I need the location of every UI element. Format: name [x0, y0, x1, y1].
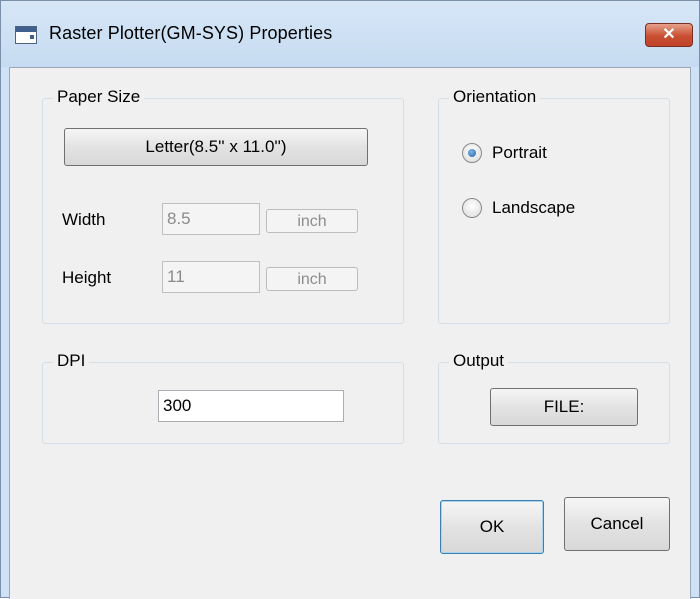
close-button[interactable]: ✕: [645, 23, 693, 47]
output-group-label: Output: [449, 351, 509, 371]
height-field[interactable]: [162, 261, 260, 293]
landscape-radio[interactable]: [462, 198, 482, 218]
window-title: Raster Plotter(GM-SYS) Properties: [49, 23, 333, 43]
portrait-label[interactable]: Portrait: [492, 143, 547, 163]
width-label: Width: [62, 210, 106, 229]
dpi-group-label: DPI: [53, 351, 90, 371]
height-label: Height: [62, 268, 112, 287]
paper-size-group-label: Paper Size: [53, 87, 145, 107]
portrait-radio[interactable]: [462, 143, 482, 163]
paper-size-button[interactable]: Letter(8.5'' x 11.0''): [64, 128, 368, 166]
window-app-icon: [15, 26, 37, 44]
dialog-body: Paper Size Letter(8.5'' x 11.0'') Width …: [9, 67, 691, 599]
width-unit: inch: [266, 209, 358, 233]
title-bar[interactable]: Raster Plotter(GM-SYS) Properties ✕: [1, 1, 699, 67]
radio-selected-dot: [468, 149, 476, 157]
dpi-field[interactable]: [158, 390, 344, 422]
width-field[interactable]: [162, 203, 260, 235]
ok-button[interactable]: OK: [440, 500, 544, 554]
landscape-label[interactable]: Landscape: [492, 198, 575, 218]
close-icon: ✕: [662, 26, 676, 43]
dialog-window: Raster Plotter(GM-SYS) Properties ✕ Pape…: [0, 0, 700, 599]
height-unit: inch: [266, 267, 358, 291]
cancel-button[interactable]: Cancel: [564, 497, 670, 551]
output-file-button[interactable]: FILE:: [490, 388, 638, 426]
orientation-group-label: Orientation: [449, 87, 541, 107]
